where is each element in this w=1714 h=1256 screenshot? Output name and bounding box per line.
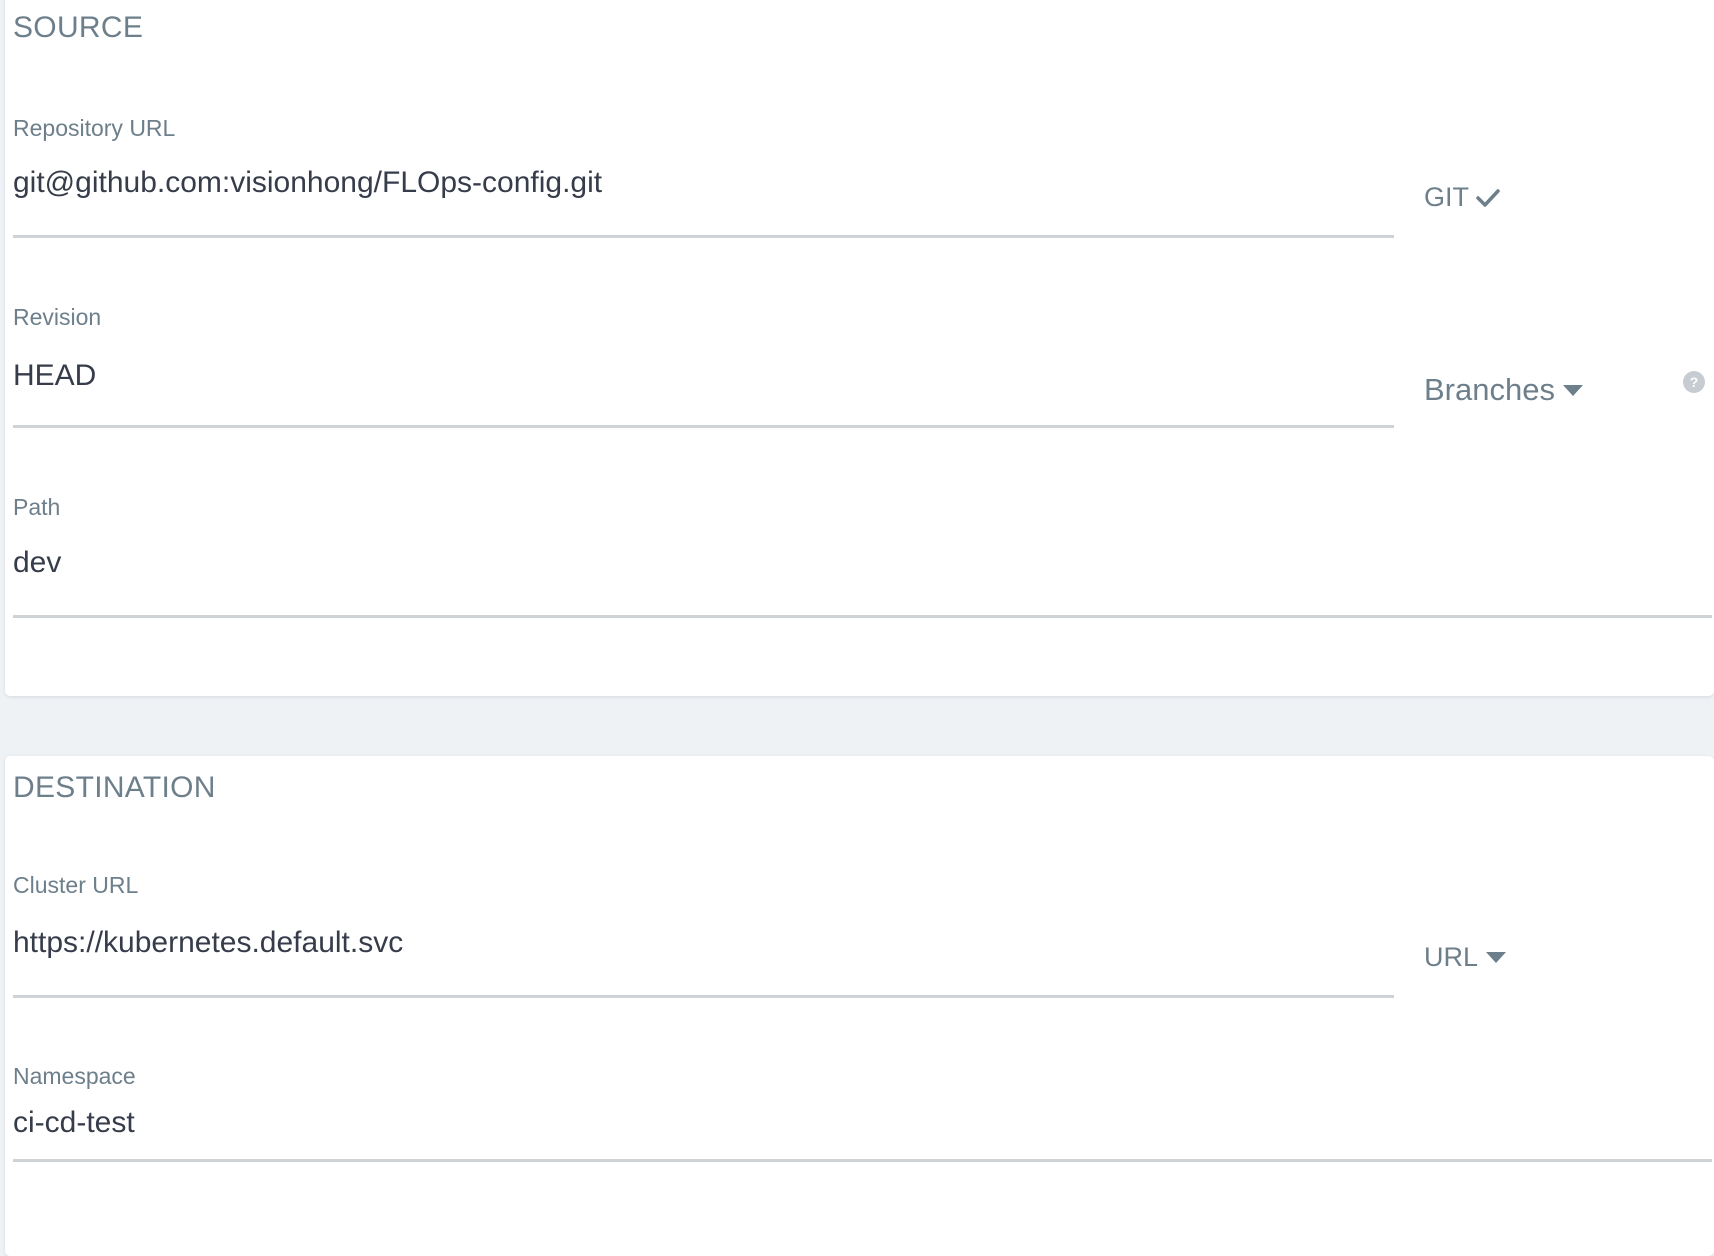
path-label: Path — [13, 494, 61, 520]
cluster-url-underline — [13, 995, 1394, 998]
repository-url-label: Repository URL — [13, 115, 176, 141]
revision-input[interactable]: HEAD — [13, 359, 96, 393]
url-dropdown-label: URL — [1424, 942, 1479, 972]
check-icon — [1476, 188, 1500, 207]
cluster-url-label: Cluster URL — [13, 872, 139, 898]
question-circle-icon[interactable]: ? — [1683, 371, 1705, 393]
namespace-underline — [13, 1159, 1712, 1162]
namespace-input[interactable]: ci-cd-test — [13, 1106, 135, 1140]
cluster-url-input[interactable]: https://kubernetes.default.svc — [13, 926, 403, 960]
source-panel: SOURCE Repository URL git@github.com:vis… — [5, 0, 1714, 696]
caret-down-icon — [1562, 384, 1583, 396]
repository-url-underline — [13, 235, 1394, 238]
git-type-toggle[interactable]: GIT — [1424, 182, 1501, 213]
url-dropdown[interactable]: URL — [1424, 942, 1507, 973]
revision-label: Revision — [13, 304, 102, 330]
revision-underline — [13, 425, 1394, 428]
branches-dropdown-label: Branches — [1424, 372, 1555, 407]
branches-dropdown[interactable]: Branches — [1424, 372, 1583, 408]
namespace-label: Namespace — [13, 1063, 136, 1089]
path-input[interactable]: dev — [13, 546, 61, 580]
destination-section-title: DESTINATION — [13, 771, 216, 804]
source-section-title: SOURCE — [13, 11, 144, 44]
git-type-label: GIT — [1424, 182, 1469, 212]
repository-url-input[interactable]: git@github.com:visionhong/FLOps-config.g… — [13, 166, 602, 200]
caret-down-icon — [1486, 952, 1507, 963]
destination-panel: DESTINATION Cluster URL https://kubernet… — [5, 756, 1714, 1256]
path-underline — [13, 615, 1712, 618]
